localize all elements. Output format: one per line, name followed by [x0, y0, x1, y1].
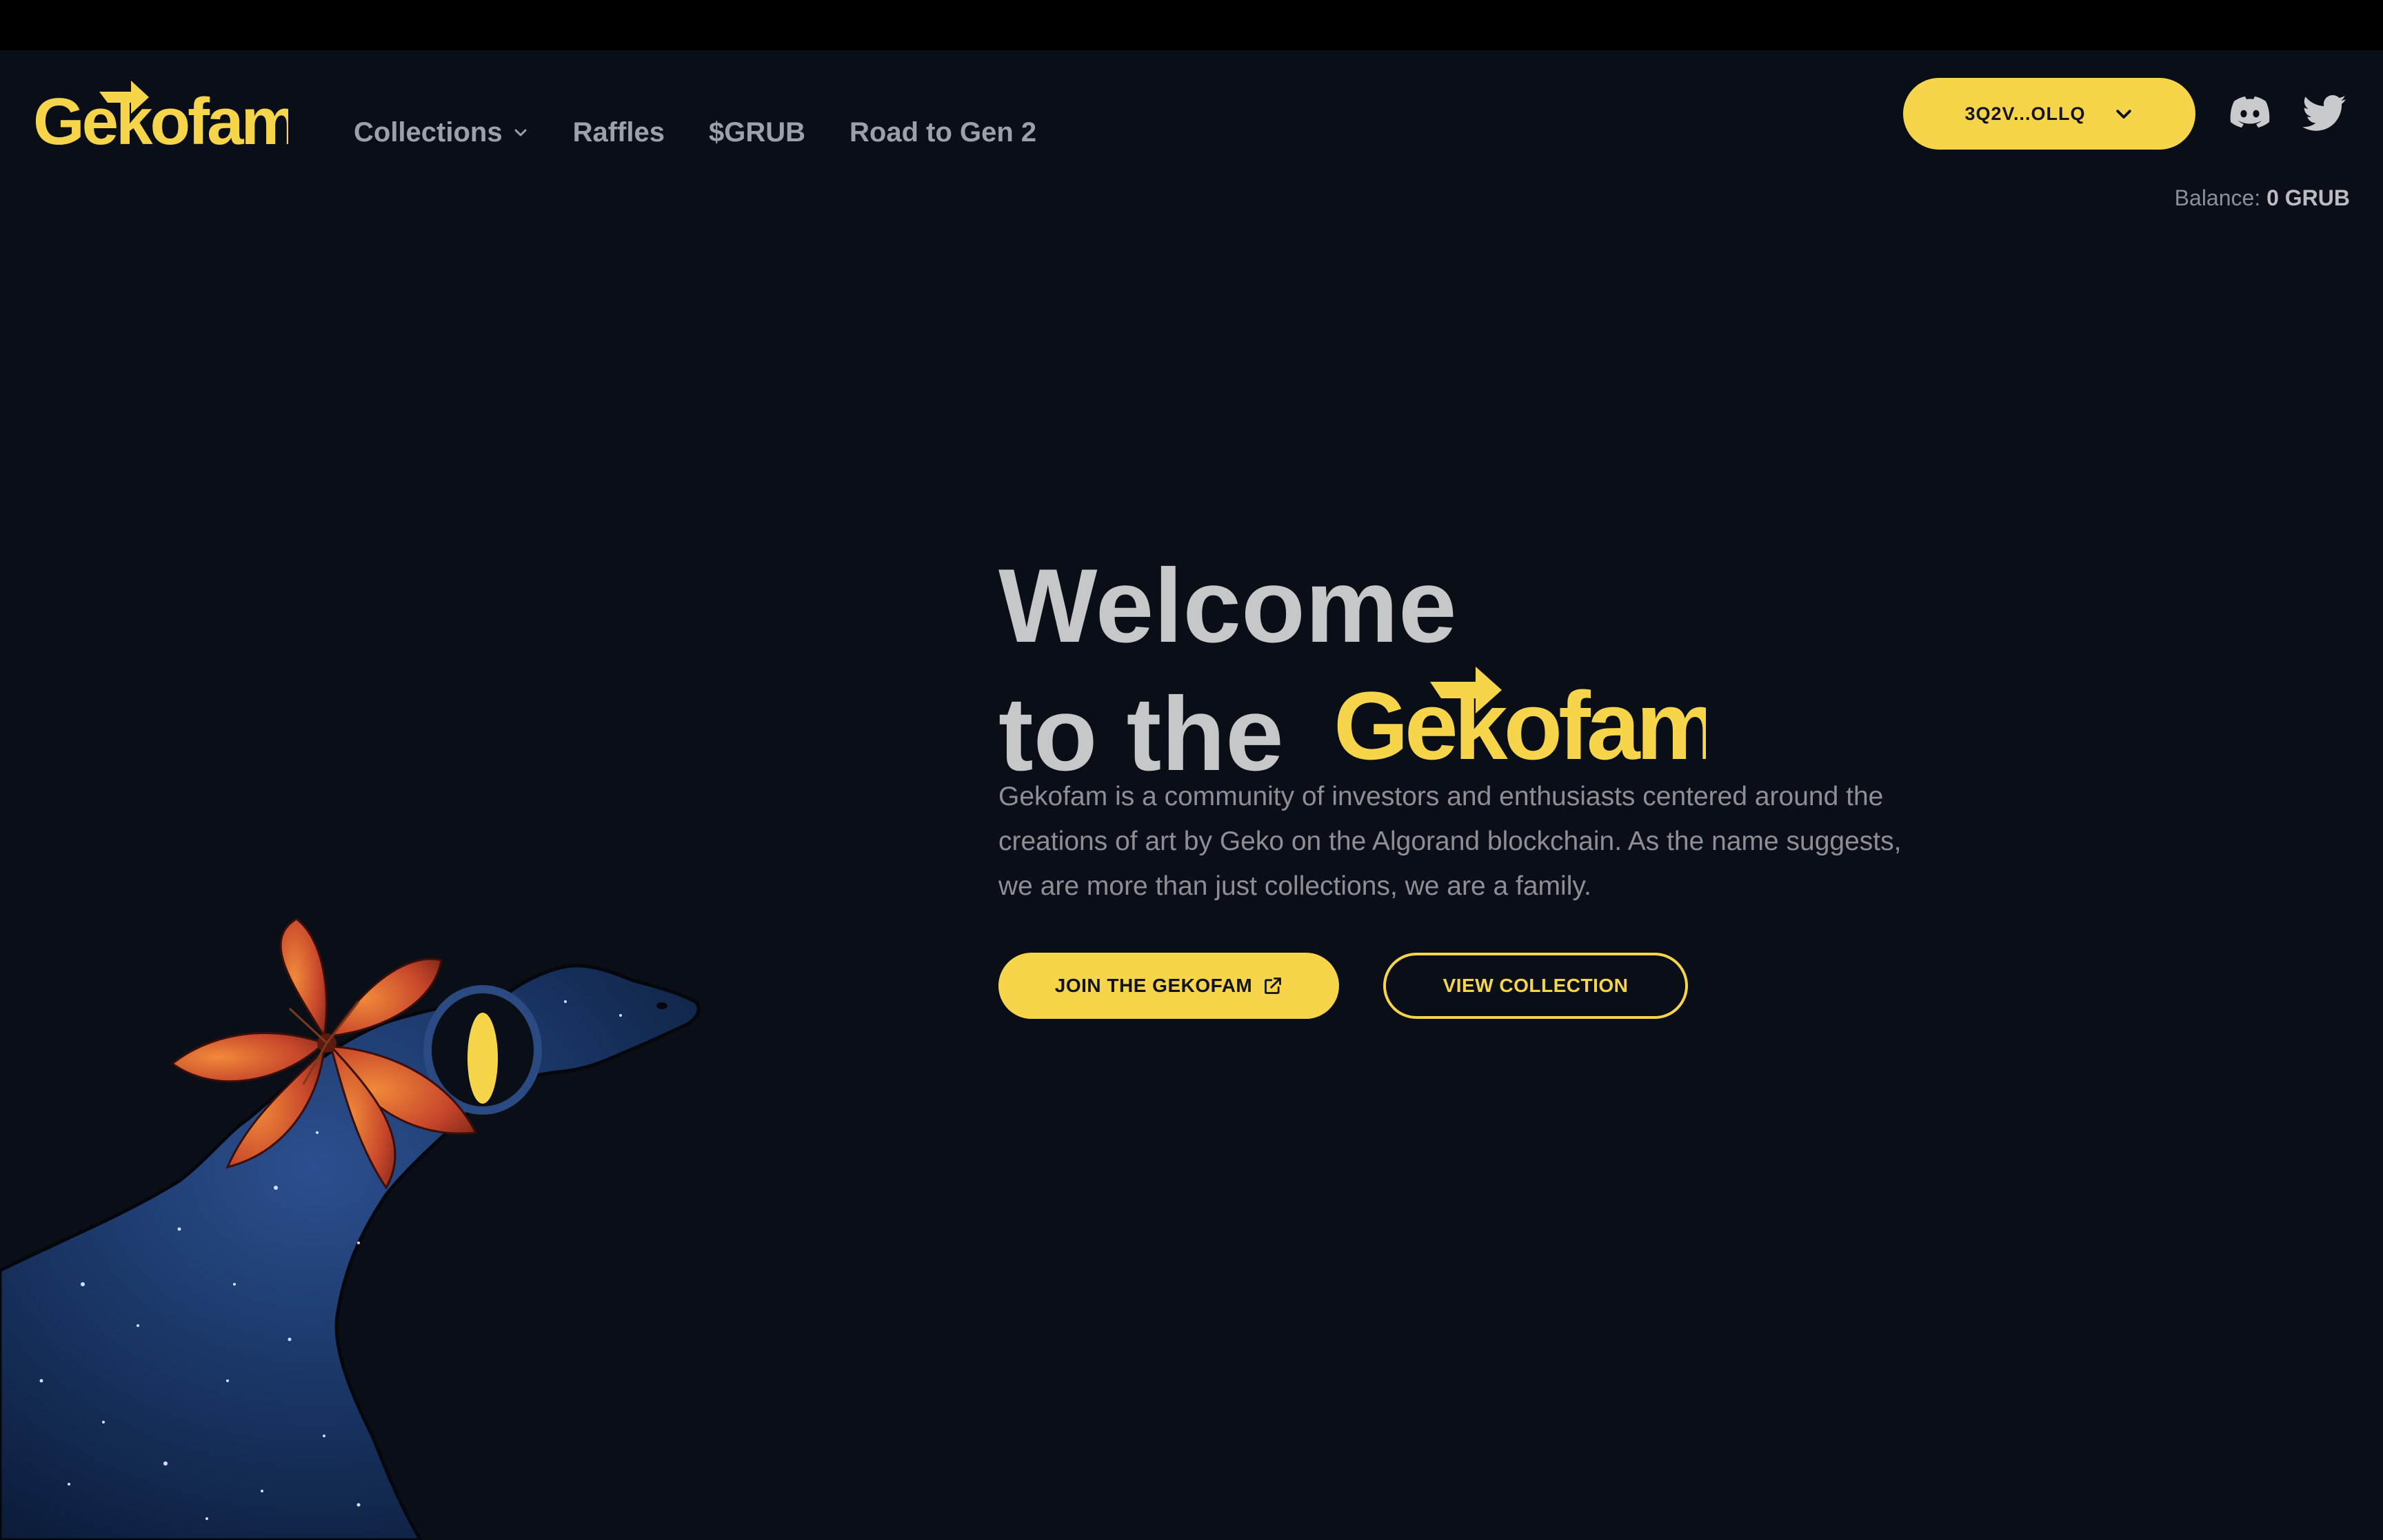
chevron-down-icon	[514, 129, 527, 136]
view-collection-label: VIEW COLLECTION	[1442, 975, 1629, 996]
nav-raffles[interactable]: Raffles	[573, 117, 665, 148]
hero-title: Welcome to the Gekofam	[998, 547, 1722, 788]
hero-title-line-1: Welcome	[998, 547, 1457, 665]
hero-title-line-2: to the Gekofam	[998, 660, 1722, 788]
gecko-illustration	[0, 898, 717, 1540]
browser-top-bar	[0, 0, 2383, 50]
twitter-icon[interactable]	[2302, 90, 2349, 136]
hero-description: Gekofam is a community of investors and …	[998, 782, 1902, 901]
page: Gekofam Collections Raffles $GRUB Road t…	[0, 50, 2383, 1540]
balance: Balance: 0 GRUB	[2175, 185, 2350, 211]
main-nav: Collections Raffles $GRUB Road to Gen 2	[354, 105, 1080, 160]
nav-road-to-gen-2[interactable]: Road to Gen 2	[849, 117, 1036, 148]
nav-raffles-label: Raffles	[572, 116, 665, 148]
balance-value: 0 GRUB	[2266, 185, 2350, 210]
balance-label: Balance:	[2174, 185, 2261, 210]
svg-text:Gekofam: Gekofam	[1334, 671, 1706, 770]
discord-icon[interactable]	[2227, 90, 2273, 136]
nav-collections-label: Collections	[354, 116, 503, 148]
wallet-address: 3Q2V...OLLQ	[1964, 103, 2086, 124]
nav-grub-label: $GRUB	[708, 116, 806, 148]
wallet-button[interactable]: 3Q2V...OLLQ	[1903, 78, 2195, 150]
join-gekofam-button[interactable]: JOIN THE GEKOFAM	[998, 953, 1339, 1019]
gekofam-logo[interactable]: Gekofam	[33, 77, 300, 159]
nav-road-to-gen-2-label: Road to Gen 2	[849, 116, 1037, 148]
join-gekofam-label: JOIN THE GEKOFAM	[1054, 975, 1253, 996]
svg-text:Gekofam: Gekofam	[33, 85, 288, 152]
nav-collections[interactable]: Collections	[354, 117, 529, 148]
chevron-down-icon	[2115, 110, 2131, 119]
view-collection-button[interactable]: VIEW COLLECTION	[1383, 953, 1688, 1019]
external-link-icon	[1265, 977, 1282, 994]
nav-grub[interactable]: $GRUB	[709, 117, 805, 148]
